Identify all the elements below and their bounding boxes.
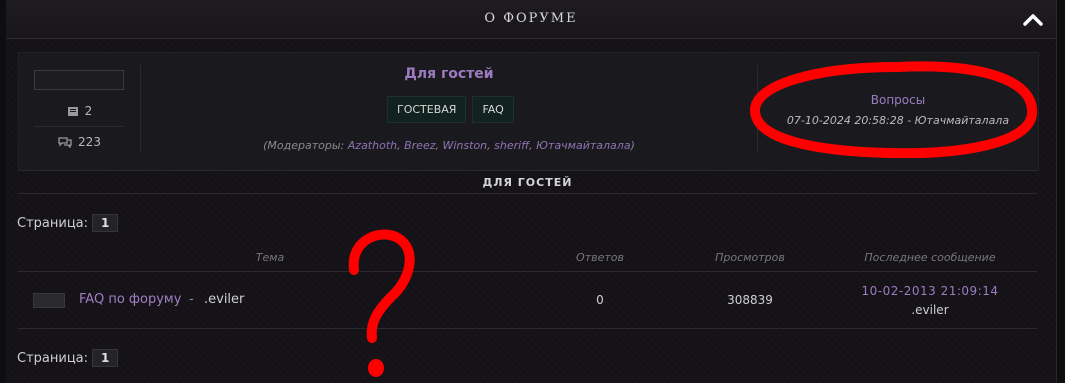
- page-number-current[interactable]: 1: [92, 214, 119, 232]
- scrollbar[interactable]: [1056, 0, 1065, 383]
- divider: [18, 271, 1037, 272]
- topic-status-icon: [33, 293, 65, 308]
- moderator-link[interactable]: Breez: [404, 139, 435, 152]
- tag-faq[interactable]: FAQ: [472, 96, 514, 123]
- divider: [18, 193, 1037, 194]
- column-topic: Тема: [255, 251, 285, 264]
- page-number-current[interactable]: 1: [92, 349, 119, 367]
- left-frame: [0, 0, 6, 383]
- moderator-link[interactable]: Ютачмайталала: [536, 139, 630, 152]
- topic-separator: -: [189, 292, 194, 307]
- last-topic-link[interactable]: Вопросы: [758, 93, 1038, 107]
- last-post-meta: 07-10-2024 20:58:28 - Ютачмайталала: [786, 114, 1010, 127]
- topic-last-post-user[interactable]: .eviler: [840, 303, 1020, 317]
- pagination-bottom: Страница: 1: [17, 349, 119, 367]
- forum-name-link[interactable]: Для гостей: [141, 66, 757, 82]
- chevron-up-icon: [1023, 14, 1043, 26]
- divider: [18, 328, 1037, 329]
- pagination-label: Страница:: [17, 351, 89, 366]
- comments-icon: [58, 136, 72, 151]
- moderators-close: ): [630, 139, 635, 152]
- column-replies: Ответов: [576, 251, 624, 264]
- moderators-line: (Модераторы: Azathoth, Breez, Winston, s…: [263, 139, 635, 152]
- category-header: О ФОРУМЕ: [6, 0, 1056, 39]
- topic-views: 308839: [727, 293, 773, 307]
- moderators-label: (Модераторы:: [263, 139, 348, 152]
- topic-replies: 0: [596, 293, 604, 307]
- red-question-mark-annotation: [348, 229, 415, 377]
- topic-author-link[interactable]: .eviler: [204, 292, 244, 307]
- category-title: О ФОРУМЕ: [484, 11, 578, 26]
- topics-stat: 2: [19, 104, 140, 120]
- moderator-link[interactable]: Azathoth: [348, 139, 397, 152]
- column-views: Просмотров: [715, 251, 785, 264]
- collapse-button[interactable]: [1022, 10, 1044, 28]
- tag-guestbook[interactable]: ГОСТЕВАЯ: [387, 96, 467, 123]
- pagination-label: Страница:: [17, 216, 89, 231]
- topics-count: 2: [84, 104, 93, 118]
- pagination-top: Страница: 1: [17, 214, 119, 232]
- forum-panel: 2 223 Для гостей ГОСТЕВАЯ FAQ (Модератор…: [18, 52, 1039, 171]
- divider: [18, 170, 1037, 171]
- forum-tags: ГОСТЕВАЯ FAQ: [387, 96, 514, 123]
- stat-divider: [34, 126, 124, 127]
- section-title: ДЛЯ ГОСТЕЙ: [482, 176, 573, 189]
- posts-stat: 223: [19, 135, 140, 151]
- panel-divider: [757, 65, 758, 153]
- column-last-post: Последнее сообщение: [864, 251, 996, 264]
- moderator-link[interactable]: sheriff: [494, 139, 529, 152]
- moderator-link[interactable]: Winston: [443, 139, 488, 152]
- posts-count: 223: [78, 135, 101, 149]
- forum-status-icon: [34, 70, 124, 90]
- book-icon: [67, 106, 79, 120]
- topic-title-link[interactable]: FAQ по форуму: [79, 292, 181, 307]
- topic-last-post-date[interactable]: 10-02-2013 21:09:14: [840, 284, 1020, 298]
